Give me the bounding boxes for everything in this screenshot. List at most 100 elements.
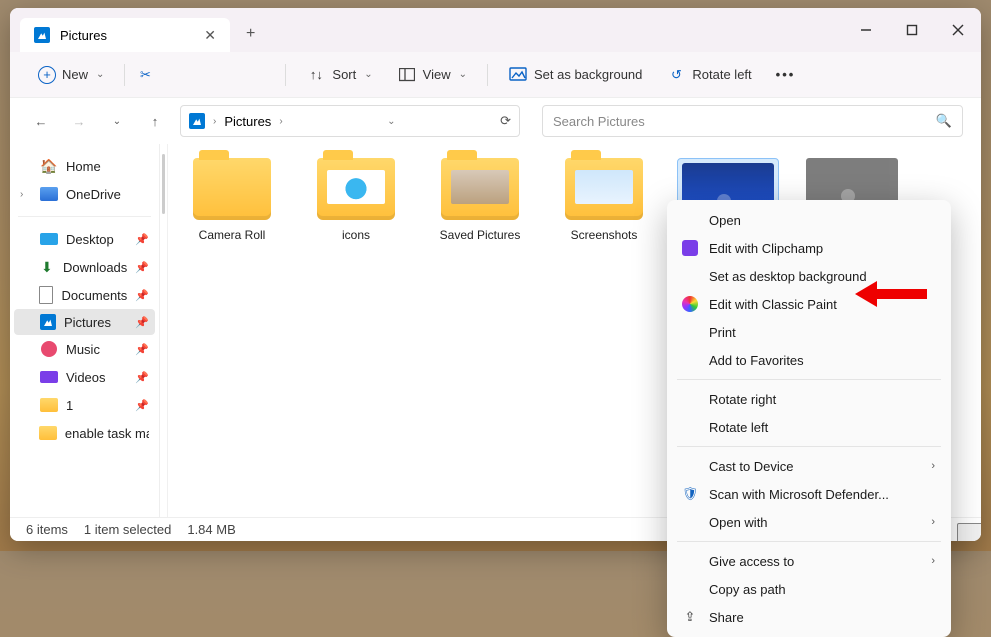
ctx-share[interactable]: ⇪Share (667, 603, 951, 631)
item-label: Saved Pictures (440, 228, 521, 242)
breadcrumb[interactable]: › Pictures › ⌄ ⟳ (180, 105, 520, 137)
chevron-down-icon[interactable]: ⌄ (387, 116, 395, 127)
copy-button[interactable] (159, 65, 179, 85)
pin-icon[interactable]: 📌 (135, 343, 149, 356)
ctx-add-favorites[interactable]: Add to Favorites (667, 346, 951, 374)
paste-button[interactable] (183, 65, 203, 85)
item-label: icons (342, 228, 370, 242)
navbar: ← → ⌄ ↑ › Pictures › ⌄ ⟳ Search Pictures… (10, 98, 981, 144)
folder-icons[interactable]: icons (310, 158, 402, 277)
plus-circle-icon: + (38, 66, 56, 84)
sidebar-label: Videos (66, 370, 106, 385)
sidebar-item-desktop[interactable]: Desktop 📌 (14, 225, 155, 253)
more-button[interactable]: ••• (766, 61, 806, 88)
sidebar-label: Music (66, 342, 100, 357)
ctx-scan-defender[interactable]: 🛡Scan with Microsoft Defender... (667, 480, 951, 508)
chevron-down-icon: ⌄ (459, 69, 467, 80)
status-count: 6 items (26, 522, 68, 537)
sidebar-item-folder-enable[interactable]: enable task mar (14, 419, 155, 447)
rename-button[interactable]: A (207, 65, 227, 85)
search-icon[interactable]: 🔍 (936, 113, 952, 129)
tab-title: Pictures (60, 28, 107, 43)
ctx-print[interactable]: Print (667, 318, 951, 346)
pin-icon[interactable]: 📌 (135, 371, 149, 384)
new-button[interactable]: + New ⌄ (28, 60, 114, 90)
chevron-right-icon: › (931, 555, 935, 567)
ctx-open-with[interactable]: Open with› (667, 508, 951, 536)
sidebar-label: enable task mar (65, 426, 149, 441)
sidebar-label: Desktop (66, 232, 114, 247)
music-icon (40, 340, 58, 358)
sidebar-item-music[interactable]: Music 📌 (14, 335, 155, 363)
titlebar: Pictures ✕ + (10, 8, 981, 52)
sidebar-resizer[interactable] (160, 144, 168, 517)
set-bg-label: Set as background (534, 67, 642, 82)
folder-icon (317, 158, 395, 220)
ctx-rotate-left[interactable]: Rotate left (667, 413, 951, 441)
view-button[interactable]: View ⌄ (387, 59, 477, 91)
sidebar-item-onedrive[interactable]: › OneDrive (14, 180, 155, 208)
close-tab-icon[interactable]: ✕ (204, 27, 216, 44)
ctx-edit-clipchamp[interactable]: Edit with Clipchamp (667, 234, 951, 262)
forward-button[interactable]: → (66, 108, 92, 134)
context-menu: Open Edit with Clipchamp Set as desktop … (667, 200, 951, 637)
pin-icon[interactable]: 📌 (135, 289, 149, 302)
pin-icon[interactable]: 📌 (135, 233, 149, 246)
chevron-down-icon: ⌄ (364, 69, 372, 80)
folder-screenshots[interactable]: Screenshots (558, 158, 650, 277)
back-button[interactable]: ← (28, 108, 54, 134)
search-placeholder: Search Pictures (553, 114, 645, 129)
ctx-open[interactable]: Open (667, 206, 951, 234)
delete-button[interactable] (255, 65, 275, 85)
folder-saved-pictures[interactable]: Saved Pictures (434, 158, 526, 277)
sidebar-item-pictures[interactable]: Pictures 📌 (14, 309, 155, 335)
breadcrumb-root[interactable]: Pictures (224, 114, 271, 129)
rotate-left-button[interactable]: ↺ Rotate left (656, 59, 761, 91)
taskview-overlay-icon (957, 523, 981, 541)
pin-icon[interactable]: 📌 (135, 399, 149, 412)
cut-button[interactable]: ✂ (135, 65, 155, 85)
minimize-button[interactable] (843, 8, 889, 52)
sidebar-item-documents[interactable]: Documents 📌 (14, 281, 155, 309)
search-input[interactable]: Search Pictures 🔍 (542, 105, 963, 137)
ctx-cast-device[interactable]: Cast to Device› (667, 452, 951, 480)
menu-separator (677, 541, 941, 542)
share-button[interactable] (231, 65, 251, 85)
sidebar-item-folder-1[interactable]: 1 📌 (14, 391, 155, 419)
chevron-right-icon: › (931, 516, 935, 528)
toolbar: + New ⌄ ✂ A ↑↓ Sort ⌄ View ⌄ Set as back… (10, 52, 981, 98)
sidebar-label: Pictures (64, 315, 111, 330)
set-background-button[interactable]: Set as background (498, 59, 652, 91)
pictures-icon (34, 27, 50, 43)
paint-icon (681, 295, 699, 313)
pin-icon[interactable]: 📌 (135, 261, 149, 274)
sidebar-item-videos[interactable]: Videos 📌 (14, 363, 155, 391)
recent-button[interactable]: ⌄ (104, 108, 130, 134)
sidebar-item-home[interactable]: 🏠 Home (14, 152, 155, 180)
rotate-left-icon: ↺ (666, 65, 686, 85)
item-label: Camera Roll (199, 228, 266, 242)
sidebar-item-downloads[interactable]: ⬇ Downloads 📌 (14, 253, 155, 281)
folder-camera-roll[interactable]: Camera Roll (186, 158, 278, 277)
up-button[interactable]: ↑ (142, 108, 168, 134)
ctx-copy-as-path[interactable]: Copy as path (667, 575, 951, 603)
chevron-right-icon[interactable]: › (20, 189, 32, 200)
refresh-button[interactable]: ⟳ (500, 113, 511, 129)
sidebar-label: Documents (62, 288, 128, 303)
tab-pictures[interactable]: Pictures ✕ (20, 18, 230, 52)
pictures-icon (40, 314, 56, 330)
pin-icon[interactable]: 📌 (135, 316, 149, 329)
window-controls (843, 8, 981, 52)
ctx-rotate-right[interactable]: Rotate right (667, 385, 951, 413)
pictures-icon (189, 113, 205, 129)
close-button[interactable] (935, 8, 981, 52)
folder-icon (565, 158, 643, 220)
sort-button[interactable]: ↑↓ Sort ⌄ (296, 59, 382, 91)
ctx-give-access[interactable]: Give access to› (667, 547, 951, 575)
new-tab-button[interactable]: + (246, 25, 255, 43)
sidebar: 🏠 Home › OneDrive Desktop 📌 ⬇ Downloads … (10, 144, 160, 517)
maximize-button[interactable] (889, 8, 935, 52)
document-icon (38, 286, 53, 304)
folder-icon (39, 424, 57, 442)
background-icon (508, 65, 528, 85)
